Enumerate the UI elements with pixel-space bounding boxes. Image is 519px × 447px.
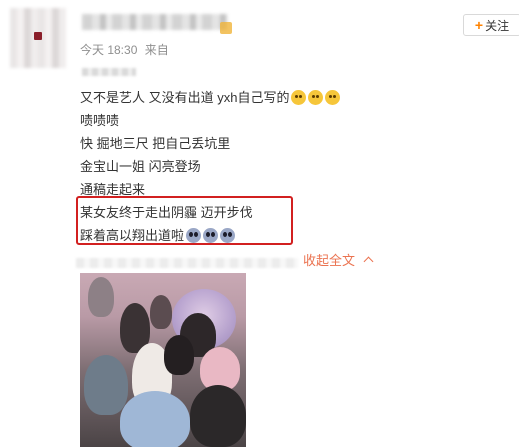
post-photo[interactable] — [80, 273, 246, 447]
post-source: 来自 — [144, 43, 169, 57]
avatar-badge-icon — [34, 32, 42, 40]
cat-face-emoji-icon — [308, 90, 324, 105]
chevron-up-icon — [363, 256, 374, 267]
username-blurred[interactable] — [82, 14, 228, 30]
photo-figure — [150, 295, 172, 329]
post-time[interactable]: 今天 18:30 — [80, 43, 137, 57]
photo-figure — [84, 355, 128, 415]
post-line: 又不是艺人 又没有出道 yxh自己写的 — [80, 86, 341, 109]
photo-figure — [164, 335, 194, 375]
follow-label: 关注 — [485, 18, 510, 33]
cat-face-emoji-icon — [325, 90, 341, 105]
cat-face-emoji-icon — [291, 90, 307, 105]
photo-figure — [88, 277, 114, 317]
photo-figure — [120, 391, 190, 447]
source-blurred — [82, 68, 136, 76]
post-line: 金宝山一姐 闪亮登场 — [80, 159, 201, 174]
weibo-post-card: 今天 18:30 来自 + 关注 又不是艺人 又没有出道 yxh自己写的 啧啧啧… — [0, 0, 519, 447]
post-meta: 今天 18:30 来自 — [80, 41, 173, 58]
plus-icon: + — [474, 17, 484, 33]
photo-figure — [190, 385, 246, 447]
vip-badge-icon — [220, 22, 232, 34]
highlight-annotation-box — [76, 196, 293, 245]
collapse-full-text-link[interactable]: 收起全文 — [303, 250, 374, 269]
post-line: 啧啧啧 — [80, 113, 120, 128]
post-line: 快 掘地三尺 把自己丢坑里 — [80, 136, 231, 151]
follow-button[interactable]: + 关注 — [463, 14, 519, 36]
blurred-divider — [76, 258, 298, 268]
